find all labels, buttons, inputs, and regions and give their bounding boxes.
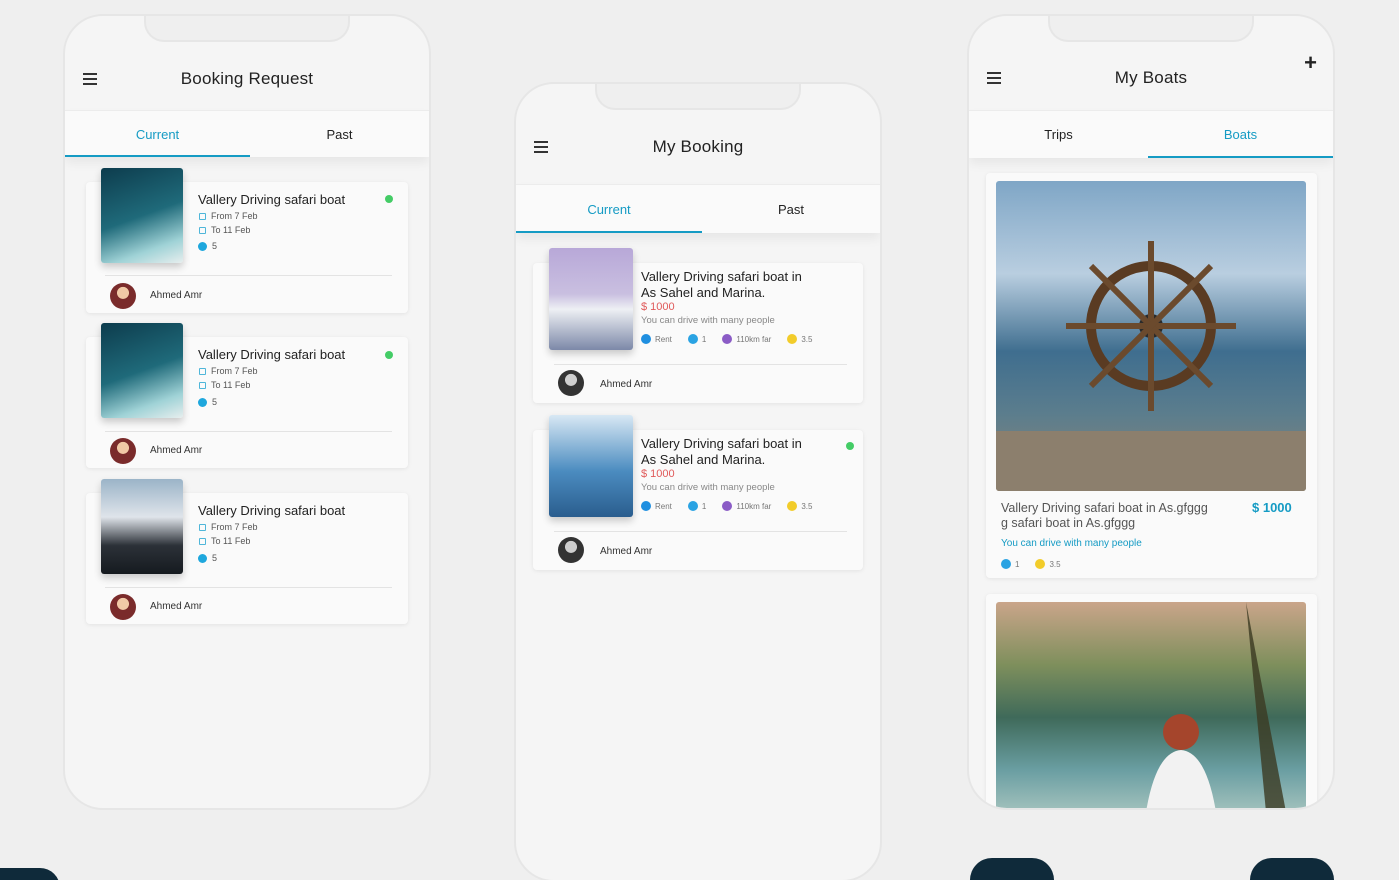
avatar[interactable] [110,438,136,464]
user-icon [687,501,698,511]
card-title-line2: As Sahel and Marina. [641,285,766,300]
info-icon [641,501,651,511]
user-icon [198,553,207,563]
header: My Booking [516,84,880,184]
person-by-lake-image [1146,602,1286,808]
guest-count: 5 [198,241,217,251]
date-to: To 11 Feb [199,225,250,235]
divider [554,531,847,532]
date-to: To 11 Feb [199,380,250,390]
avatar[interactable] [110,594,136,620]
boat-thumbnail [549,415,633,517]
header: Booking Request [65,16,429,110]
user-icon [687,334,698,344]
price: $ 1000 [641,301,675,313]
tab-bar: Current Past [65,110,429,157]
menu-icon[interactable] [83,73,97,85]
boat-title-line1: Vallery Driving safari boat in As.gfggg [1001,501,1208,515]
divider [105,275,392,276]
boat-thumbnail [549,248,633,350]
menu-icon[interactable] [987,72,1001,84]
calendar-icon [199,523,206,531]
card-title-line1: Vallery Driving safari boat in [641,436,802,451]
tab-trips[interactable]: Trips [969,111,1148,158]
avatar[interactable] [110,283,136,309]
phone-booking-request: Booking Request Current Past Vallery Dri… [63,14,431,810]
boat-thumbnail [101,168,183,263]
user-icon [1001,559,1011,569]
card-title: Vallery Driving safari boat [198,503,346,518]
tab-current[interactable]: Current [516,185,702,233]
description: You can drive with many people [641,315,775,326]
card-title: Vallery Driving safari boat [198,192,346,207]
username[interactable]: Ahmed Amr [150,290,202,301]
username[interactable]: Ahmed Amr [600,379,652,390]
calendar-icon [199,367,206,375]
info-icon [641,334,651,344]
location-icon [722,334,733,344]
description: You can drive with many people [641,482,775,493]
decorative-shape [1250,858,1334,880]
divider [105,587,392,588]
divider [554,364,847,365]
boat-image [996,181,1306,491]
stats-row: Rent 1 110km far 3.5 [641,334,812,344]
stats-row: 1 3.5 [1001,559,1061,569]
tab-boats[interactable]: Boats [1148,111,1333,158]
menu-icon[interactable] [534,141,548,153]
status-dot [385,351,393,359]
tab-bar: Trips Boats [969,110,1333,158]
page-title: My Boats [1114,68,1188,87]
location-icon [722,501,733,511]
boat-thumbnail [101,479,183,574]
boat-image [996,602,1306,808]
calendar-icon [199,537,206,545]
phone-my-booking: My Booking Current Past Vallery Driving … [514,82,882,880]
tab-past[interactable]: Past [702,185,880,233]
username[interactable]: Ahmed Amr [150,445,202,456]
user-icon [198,241,207,251]
page-title: Booking Request [180,69,314,88]
card-title-line1: Vallery Driving safari boat in [641,269,802,284]
calendar-icon [199,381,206,389]
avatar[interactable] [558,370,584,396]
ship-wheel-icon [996,241,1306,491]
boat-title-line2: g safari boat in As.gfggg [1001,516,1136,530]
card-title: Vallery Driving safari boat [198,347,346,362]
status-dot [846,442,854,450]
tab-current[interactable]: Current [65,111,250,157]
calendar-icon [199,212,206,220]
calendar-icon [199,226,206,234]
tab-past[interactable]: Past [250,111,429,157]
username[interactable]: Ahmed Amr [600,546,652,557]
star-icon [1035,559,1046,569]
page-title: My Booking [652,137,744,156]
guest-count: 5 [198,397,217,407]
tab-bar: Current Past [516,184,880,233]
date-from: From 7 Feb [199,522,258,532]
date-from: From 7 Feb [199,366,258,376]
date-from: From 7 Feb [199,211,258,221]
phone-my-boats: My Boats + Trips Boats Vallery Driving s… [967,14,1335,810]
guest-count: 5 [198,553,217,563]
avatar[interactable] [558,537,584,563]
decorative-shape [970,858,1054,880]
divider [105,431,392,432]
star-icon [787,334,798,344]
decorative-shape [0,868,60,880]
card-title-line2: As Sahel and Marina. [641,452,766,467]
username[interactable]: Ahmed Amr [150,601,202,612]
stats-row: Rent 1 110km far 3.5 [641,501,812,511]
header: My Boats + [969,16,1333,110]
add-boat-icon[interactable]: + [1304,52,1317,74]
status-dot [385,195,393,203]
user-icon [198,397,207,407]
date-to: To 11 Feb [199,536,250,546]
boat-thumbnail [101,323,183,418]
boat-price: $ 1000 [1252,500,1292,515]
price: $ 1000 [641,468,675,480]
star-icon [787,501,798,511]
boat-description: You can drive with many people [1001,538,1142,549]
